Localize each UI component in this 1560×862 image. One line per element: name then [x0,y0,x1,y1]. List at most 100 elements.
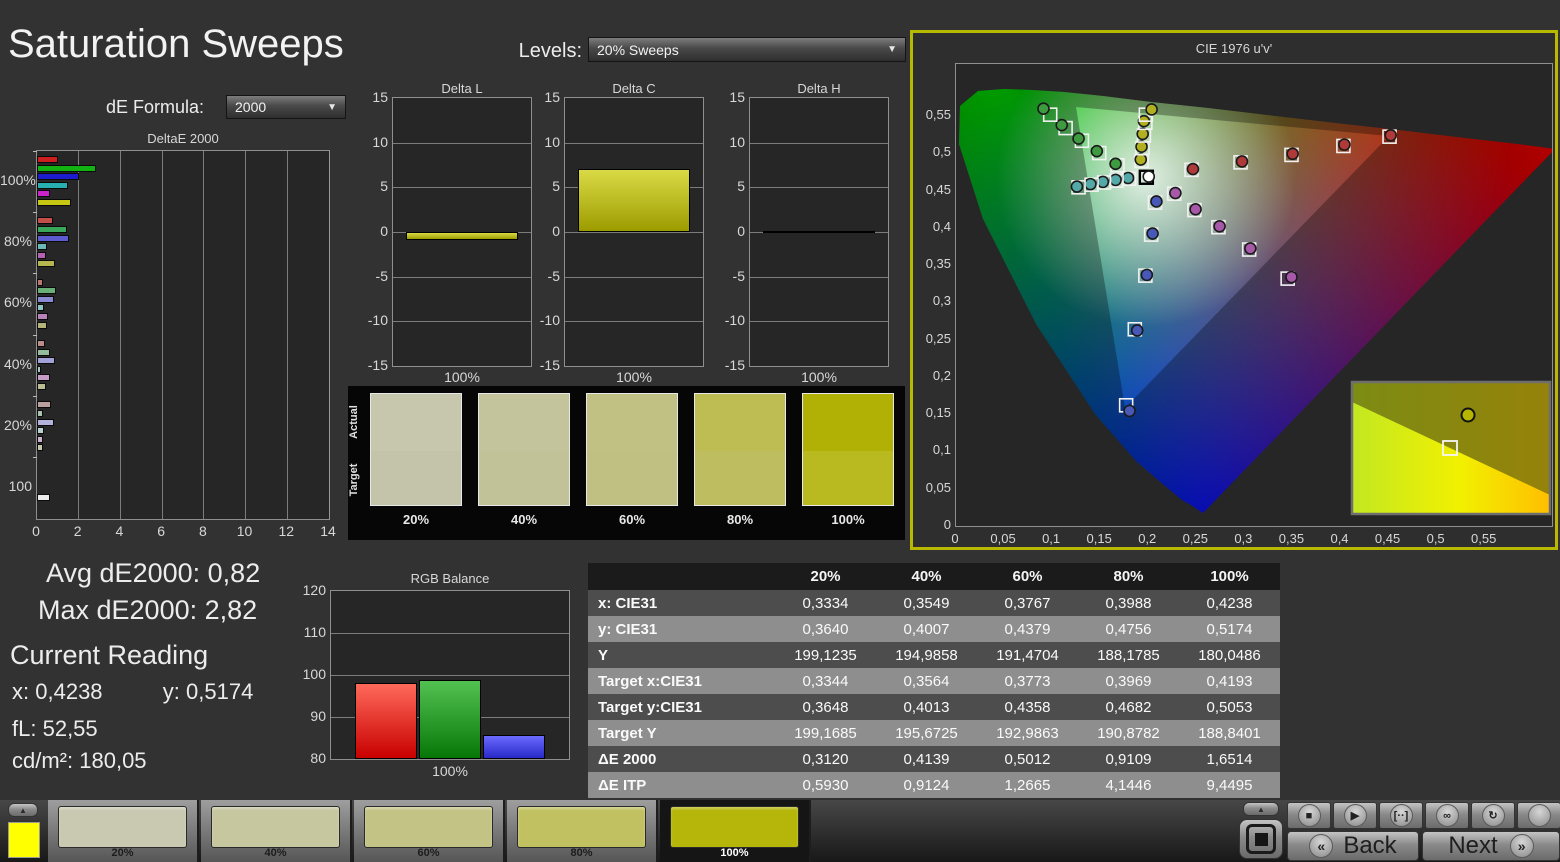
gridline [203,151,204,519]
blank-button[interactable] [1517,802,1560,829]
levels-dropdown-value: 20% Sweeps [597,42,679,58]
y-axis-tick-label: 10 [522,134,560,150]
y-axis-tick-label: 5 [350,178,388,194]
x-axis-tick-label: 8 [191,523,215,539]
cie-y-tick-label: 0 [915,517,951,532]
marker-button[interactable]: [··] [1379,802,1423,829]
actual-swatch [587,394,677,451]
y-axis-tick-label: 120 [288,582,326,598]
y-axis-tick-label: 0 [707,223,745,239]
table-cell: 0,3640 [775,616,876,642]
cie-measured-blue-100% [1124,405,1135,416]
chevron-down-icon: ▼ [887,44,897,55]
levels-dropdown[interactable]: 20% Sweeps ▼ [588,37,906,62]
refresh-button[interactable]: ↻ [1471,802,1515,829]
y-tick [33,273,37,274]
stop-button[interactable]: ■ [1287,802,1331,829]
table-cell: 0,3549 [876,590,977,616]
actual-swatch [479,394,569,451]
deltae2000-chart [36,150,330,520]
table-cell: 192,9863 [977,720,1078,746]
bar-yellow [37,322,47,329]
gridline [565,143,703,144]
y-axis-tick-label: -15 [350,357,388,373]
de-formula-dropdown[interactable]: 2000 ▼ [226,95,346,119]
table-cell: 0,3344 [775,668,876,694]
inset-measured-marker [1462,409,1475,422]
table-col-header: 20% [775,563,876,590]
page-title: Saturation Sweeps [8,22,344,67]
bar-red [37,279,43,286]
bar-green [37,287,56,294]
back-chevrons-icon: « [1309,834,1333,858]
cie-measured-green-80% [1056,120,1067,131]
pattern-slot-80%[interactable]: 80% [507,800,658,862]
fl-readout: fL: 52,55 [12,716,98,742]
pattern-slot-swatch [58,806,187,848]
actual-target-patch-strip: ActualTarget20%40%60%80%100% [348,386,905,540]
gridline [245,151,246,519]
bar-magenta [37,374,50,381]
cie-measured-green-20% [1110,158,1121,169]
loop-icon: ∞ [1436,804,1459,827]
table-cell: 0,5012 [977,746,1078,772]
bar-yellow [763,231,875,233]
pattern-slot-label: 60% [354,847,503,859]
bar-cyan [37,243,47,250]
table-cell: 4,1446 [1078,772,1179,798]
cie-y-tick-label: 0,1 [915,442,951,457]
bar-cyan [37,366,41,373]
de-formula-dropdown-value: 2000 [235,99,266,115]
x-axis-tick-label: 14 [316,523,340,539]
next-button[interactable]: Next » [1422,831,1560,861]
x-axis-tick-label: 0 [24,523,48,539]
gridline [565,277,703,278]
table-cell: 0,9109 [1078,746,1179,772]
refresh-icon: ↻ [1482,804,1505,827]
y-axis-tick-label: 10 [707,134,745,150]
group-label: 100% [0,172,32,188]
loop-button[interactable]: ∞ [1425,802,1469,829]
table-cell: 0,3120 [775,746,876,772]
bar-green [37,349,50,356]
table-cell: 190,8782 [1078,720,1179,746]
cie-y-tick-label: 0,5 [915,144,951,159]
gridline [393,187,531,188]
pattern-slot-20%[interactable]: 20% [48,800,199,862]
cie-measured-green-40% [1091,146,1102,157]
next-chevrons-icon: » [1510,834,1534,858]
scroll-up-button[interactable]: ▲ [8,803,38,817]
gridline [393,321,531,322]
pattern-slot-60%[interactable]: 60% [354,800,505,862]
table-cell: 0,4358 [977,694,1078,720]
cie-y-tick-label: 0,2 [915,368,951,383]
pattern-slot-40%[interactable]: 40% [201,800,352,862]
blank-icon [1528,804,1551,827]
pattern-slot-100%[interactable]: 100% [660,800,811,862]
cie-x-tick-label: 0,35 [1273,531,1309,546]
patch-80% [694,393,786,506]
target-swatch [371,451,461,505]
back-button[interactable]: « Back [1287,831,1419,861]
bar-yellow [37,260,55,267]
y-axis-tick-label: 110 [288,624,326,640]
play-button[interactable]: ▶ [1333,802,1377,829]
table-cell: 0,3988 [1078,590,1179,616]
cie-x-tick-label: 0,1 [1033,531,1069,546]
scroll-up-button-right[interactable]: ▲ [1243,802,1279,816]
pattern-bar: ▲ 20%40% 60% 80%100% ▲ ■▶[··] ∞ ↻ « Back Nex… [0,800,1560,862]
pattern-slot-swatch [670,806,799,848]
target-swatch [479,451,569,505]
bar-magenta [37,313,48,320]
table-cell: 0,4193 [1179,668,1280,694]
table-cell: 0,3773 [977,668,1078,694]
pattern-window-button[interactable] [1239,819,1283,859]
cie-diagram-panel[interactable]: CIE 1976 u'v' [910,30,1558,550]
table-row: Target y:CIE310,36480,40130,43580,46820,… [588,694,1280,720]
y-tick [33,396,37,397]
y-axis-tick-label: 5 [707,178,745,194]
pattern-slot-label: 40% [201,847,350,859]
cie-y-tick-label: 0,4 [915,219,951,234]
y-axis-tick-label: 100 [288,666,326,682]
patch-label: 40% [478,512,570,527]
